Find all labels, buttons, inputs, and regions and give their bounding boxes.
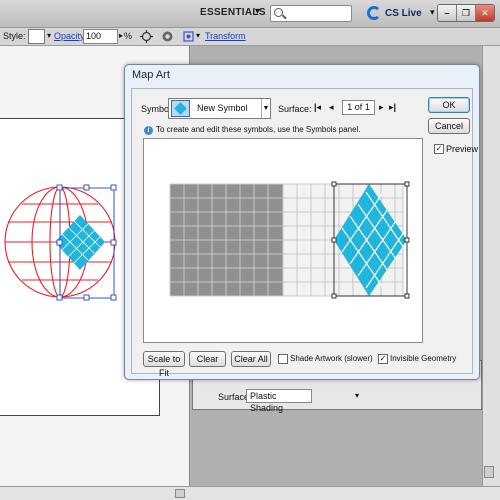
- surface-counter: 1 of 1: [342, 100, 375, 115]
- cs-live-icon[interactable]: [367, 6, 381, 20]
- close-icon[interactable]: ✕: [476, 5, 494, 21]
- previous-surface-icon[interactable]: ◂: [329, 102, 334, 113]
- info-icon: i: [144, 126, 153, 135]
- ok-button[interactable]: OK: [428, 97, 470, 113]
- symbol-thumbnail: [171, 100, 190, 117]
- map-art-dialog: Map Art Symbol: New Symbol ▼ Surface: |◂…: [124, 64, 480, 380]
- surface-label: Surface:: [278, 104, 312, 114]
- shade-artwork-checkbox[interactable]: [278, 354, 288, 364]
- opacity-percent: %: [124, 31, 133, 41]
- cs-live-chevron-down-icon[interactable]: ▾: [430, 7, 435, 18]
- clear-all-button[interactable]: Clear All: [231, 351, 271, 367]
- shade-artwork-label: Shade Artwork (slower): [290, 354, 373, 363]
- dialog-body: Symbol: New Symbol ▼ Surface: |◂ ◂ 1 of …: [131, 88, 478, 378]
- style-swatch[interactable]: [28, 29, 45, 44]
- isolate-icon[interactable]: [182, 30, 195, 43]
- cs-live-menu[interactable]: CS Live: [385, 8, 422, 19]
- cancel-button[interactable]: Cancel: [428, 118, 470, 134]
- window-controls: – ❐ ✕: [437, 4, 495, 22]
- globe-artwork[interactable]: [0, 180, 125, 305]
- opacity-chevron-right-icon[interactable]: ▸: [119, 31, 123, 40]
- chevron-down-icon: ▼: [261, 99, 270, 118]
- map-art-preview-canvas[interactable]: [143, 138, 423, 343]
- style-chevron-down-icon[interactable]: ▾: [47, 31, 51, 40]
- symbol-select-value: New Symbol: [197, 103, 248, 113]
- invisible-geometry-checkbox[interactable]: ✓: [378, 354, 388, 364]
- preview-label: Preview: [446, 144, 479, 154]
- horizontal-scrollbar[interactable]: [0, 486, 500, 500]
- globe-tool-icon[interactable]: [161, 30, 174, 43]
- vertical-scrollbar[interactable]: [482, 46, 500, 486]
- workspace-chevron-down-icon[interactable]: ▾: [255, 6, 260, 17]
- control-bar: Style: ▾ Opacity: 100 ▸ % ▾ Transform: [0, 28, 500, 46]
- opacity-input[interactable]: 100: [83, 29, 118, 44]
- next-surface-icon[interactable]: ▸: [379, 102, 384, 113]
- transform-link[interactable]: Transform: [205, 31, 246, 41]
- clear-button[interactable]: Clear: [189, 351, 226, 367]
- invisible-geometry-label: Invisible Geometry: [390, 354, 457, 363]
- surface-select[interactable]: Plastic Shading ▾: [246, 389, 359, 413]
- isolate-chevron-down-icon[interactable]: ▾: [196, 31, 200, 40]
- horizontal-scroll-thumb[interactable]: [175, 489, 185, 498]
- minimize-icon[interactable]: –: [438, 5, 457, 21]
- vertical-scroll-thumb[interactable]: [484, 466, 494, 478]
- dialog-title: Map Art: [132, 69, 170, 81]
- search-icon: [274, 8, 283, 17]
- surface-select-value: Plastic Shading: [250, 391, 284, 413]
- symbol-select[interactable]: New Symbol ▼: [168, 98, 271, 119]
- preview-checkbox[interactable]: ✓: [434, 144, 444, 154]
- info-text: To create and edit these symbols, use th…: [156, 125, 361, 134]
- recolor-artwork-icon[interactable]: [140, 30, 153, 43]
- first-surface-icon[interactable]: |◂: [314, 102, 321, 113]
- last-surface-icon[interactable]: ▸|: [389, 102, 396, 113]
- surface-map-grid[interactable]: [144, 139, 422, 342]
- restore-icon[interactable]: ❐: [457, 5, 476, 21]
- app-title-bar: ESSENTIALS ▾ CS Live ▾ – ❐ ✕: [0, 0, 500, 28]
- scale-to-fit-button[interactable]: Scale to Fit: [143, 351, 185, 378]
- style-label: Style:: [3, 31, 26, 41]
- help-search-input[interactable]: [270, 5, 352, 22]
- chevron-down-icon: ▾: [355, 391, 360, 400]
